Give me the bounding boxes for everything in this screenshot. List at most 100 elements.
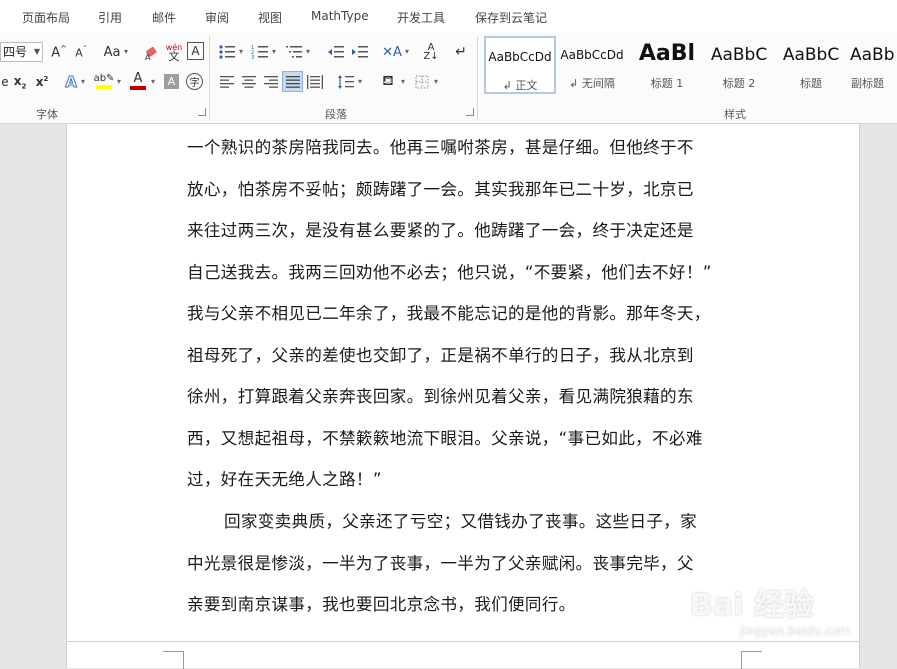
style-sample: AaBbCcDd (488, 50, 552, 64)
subscript-icon: x2 (13, 73, 27, 91)
decrease-indent-button[interactable] (326, 42, 346, 62)
style-heading-1[interactable]: AaBl 标题 1 (631, 36, 703, 94)
tab-mathtype[interactable]: MathType (311, 9, 369, 23)
font-group-label: 字体 (36, 108, 58, 121)
tab-references[interactable]: 引用 (98, 9, 122, 26)
align-center-button[interactable] (239, 72, 259, 92)
svg-text:A: A (145, 53, 151, 60)
chevron-down-icon[interactable]: ▾ (405, 47, 409, 56)
document-page[interactable]: 一个熟识的茶房陪我同去。他再三嘱咐茶房，甚是仔细。但他终于不 放心，怕茶房不妥帖… (66, 124, 860, 667)
style-name: 标题 1 (650, 77, 684, 90)
chinese-layout-icon: ✕A (382, 44, 402, 60)
phonetic-guide-button[interactable]: wén 文 (165, 41, 183, 63)
style-no-spacing[interactable]: AaBbCcDd ↲ 无间隔 (556, 36, 628, 94)
bullets-button[interactable] (217, 42, 237, 62)
style-name: 标题 (800, 77, 822, 90)
margin-corner-mark (163, 651, 184, 669)
character-border-button[interactable]: A (187, 42, 204, 60)
svg-text:3: 3 (251, 55, 254, 60)
character-shading-icon: A (167, 75, 176, 88)
increase-indent-button[interactable] (350, 42, 370, 62)
text-effects-icon: A (65, 73, 78, 92)
font-dialog-launcher[interactable]: ↘ (198, 108, 206, 116)
text-line: 祖母死了，父亲的差使也交卸了，正是祸不单行的日子，我从北京到 (187, 345, 694, 365)
paragraph-dialog-launcher[interactable]: ↘ (466, 108, 474, 116)
font-size-combo[interactable]: 四号 ▼ (0, 42, 43, 62)
superscript-icon: x2 (35, 75, 49, 89)
chevron-down-icon[interactable]: ▾ (306, 47, 310, 56)
style-name: 标题 2 (722, 77, 756, 90)
font-color-button[interactable]: A (129, 70, 147, 92)
text-effects-button[interactable]: A (62, 72, 80, 92)
distributed-button[interactable] (305, 72, 325, 92)
show-formatting-marks-button[interactable]: ↵ (452, 42, 470, 62)
grow-font-button[interactable]: A^ (50, 42, 68, 62)
chevron-down-icon[interactable]: ▼ (34, 43, 40, 61)
style-sample: AaBbC (710, 45, 768, 65)
paint-bucket-icon: ⛾ (382, 73, 394, 89)
bullets-icon (219, 45, 235, 59)
change-case-button[interactable]: Aa (100, 42, 124, 62)
change-case-label: Aa (103, 44, 121, 60)
styles-group-label: 样式 (724, 108, 746, 121)
line-spacing-icon (338, 75, 354, 89)
chinese-layout-button[interactable]: ✕A (380, 42, 404, 62)
align-left-button[interactable] (217, 72, 237, 92)
wen-icon: 文 (168, 50, 180, 63)
chevron-down-icon[interactable]: ▾ (151, 77, 155, 86)
underline-partial-button[interactable]: e (0, 72, 10, 92)
sort-button[interactable]: A Z↓ (421, 42, 441, 62)
tab-view[interactable]: 视图 (258, 9, 282, 26)
shading-button[interactable]: ⛾ (378, 72, 398, 92)
font-color-icon: A (133, 71, 143, 86)
chevron-down-icon[interactable]: ▾ (81, 77, 85, 86)
chevron-down-icon[interactable]: ▾ (401, 77, 405, 86)
character-shading-button[interactable]: A (164, 74, 179, 89)
line-spacing-button[interactable] (336, 72, 356, 92)
document-area[interactable]: 一个熟识的茶房陪我同去。他再三嘱咐茶房，甚是仔细。但他终于不 放心，怕茶房不妥帖… (0, 124, 897, 667)
styles-gallery: AaBbCcDd ↲ 正文 AaBbCcDd ↲ 无间隔 AaBl 标题 1 A… (481, 36, 897, 96)
justify-button[interactable] (282, 71, 303, 92)
chevron-down-icon[interactable]: ▾ (358, 77, 362, 86)
style-heading-2[interactable]: AaBbC 标题 2 (703, 36, 775, 94)
paragraph-2[interactable]: 回家变卖典质，父亲还了亏空；又借钱办了丧事。这些日子，家 中光景很是惨淡，一半为… (187, 501, 747, 626)
text-line: 过，好在天无绝人之路！” (187, 470, 382, 489)
style-title[interactable]: AaBbC 标题 (775, 36, 847, 94)
text-line: 亲要到南京谋事，我也要回北京念书，我们便同行。 (187, 595, 576, 614)
chevron-down-icon[interactable]: ▾ (124, 47, 128, 56)
paragraph-1[interactable]: 一个熟识的茶房陪我同去。他再三嘱咐茶房，甚是仔细。但他终于不 放心，怕茶房不妥帖… (187, 127, 747, 501)
highlight-color-button[interactable]: ab✎ (94, 70, 114, 92)
shrink-font-button[interactable]: Aˇ (72, 42, 90, 62)
style-normal[interactable]: AaBbCcDd ↲ 正文 (484, 36, 556, 94)
style-sample: AaBl (638, 41, 696, 66)
multilevel-list-button[interactable] (284, 42, 304, 62)
chevron-down-icon[interactable]: ▾ (434, 77, 438, 86)
enclose-characters-button[interactable]: 字 (186, 73, 203, 90)
chevron-down-icon[interactable]: ▾ (272, 47, 276, 56)
align-right-button[interactable] (261, 72, 281, 92)
text-line: 一个熟识的茶房陪我同去。他再三嘱咐茶房，甚是仔细。但他终于不 (187, 138, 694, 157)
superscript-button[interactable]: x2 (34, 72, 50, 92)
borders-button[interactable] (413, 72, 431, 92)
tab-save-to-cloud-notes[interactable]: 保存到云笔记 (475, 9, 547, 26)
eraser-icon: A (145, 46, 157, 60)
group-separator (477, 36, 478, 120)
style-name: ↲ 无间隔 (569, 77, 615, 90)
tab-review[interactable]: 审阅 (205, 9, 229, 26)
multilevel-list-icon (286, 46, 302, 58)
chevron-down-icon[interactable]: ▾ (239, 47, 243, 56)
tab-page-layout[interactable]: 页面布局 (22, 9, 70, 26)
tab-developer[interactable]: 开发工具 (397, 9, 445, 26)
style-subtitle[interactable]: AaBb 副标题 (847, 36, 897, 94)
highlight-color-swatch (96, 85, 112, 89)
numbering-icon: 1 2 3 (251, 45, 268, 60)
ribbon-tab-strip: 页面布局 引用 邮件 审阅 视图 MathType 开发工具 保存到云笔记 (0, 0, 897, 32)
text-line: 徐州，打算跟着父亲奔丧回家。到徐州见着父亲，看见满院狼藉的东 (187, 387, 694, 406)
clear-formatting-button[interactable]: A (143, 42, 161, 62)
chevron-down-icon[interactable]: ▾ (117, 77, 121, 86)
style-sample: AaBb (850, 45, 895, 65)
style-sample: AaBbCcDd (560, 48, 624, 62)
tab-mailings[interactable]: 邮件 (152, 9, 176, 26)
subscript-button[interactable]: x2 (12, 72, 28, 92)
numbering-button[interactable]: 1 2 3 (250, 42, 270, 62)
